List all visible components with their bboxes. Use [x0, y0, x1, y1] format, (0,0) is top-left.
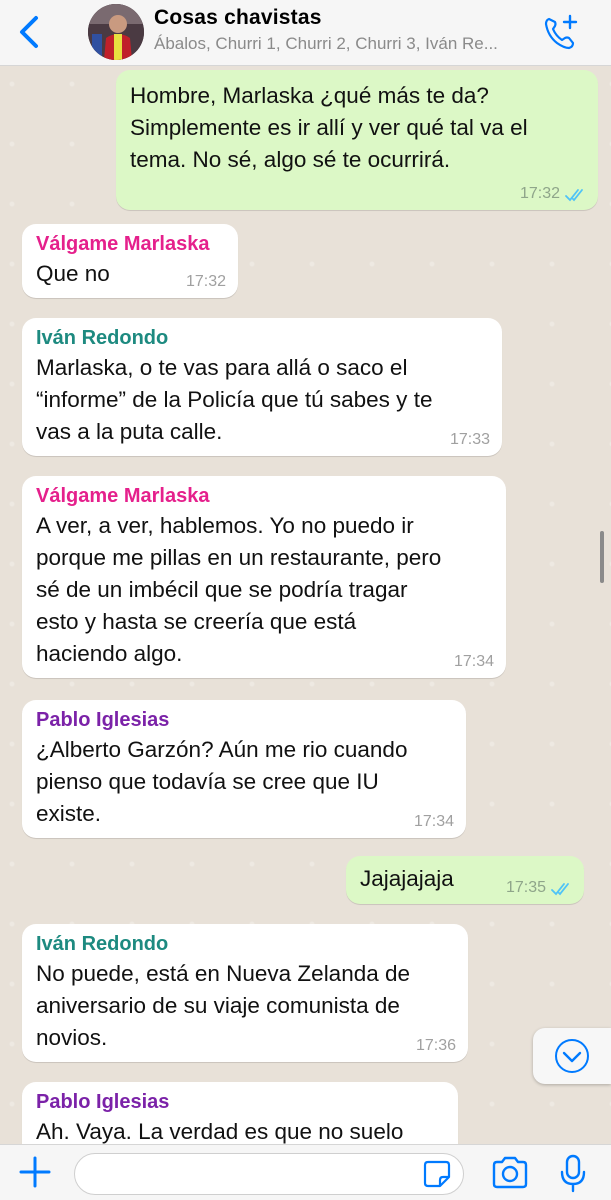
- message-list[interactable]: Hombre, Marlaska ¿qué más te da? Simplem…: [0, 66, 611, 1144]
- chat-header: Cosas chavistas Ábalos, Churri 1, Churri…: [0, 0, 611, 66]
- message-text: Ah. Vaya. La verdad es que no suelo: [36, 1119, 404, 1144]
- message-time: 17:32: [519, 185, 560, 202]
- message-sender[interactable]: Iván Redondo: [36, 930, 454, 958]
- composer-bar: [0, 1144, 611, 1200]
- message-time: 17:34: [453, 653, 494, 670]
- message-time: 17:34: [413, 813, 454, 830]
- incoming-message[interactable]: Iván Redondo Marlaska, o te vas para all…: [22, 318, 502, 456]
- message-time: 17:33: [449, 431, 490, 448]
- plus-icon[interactable]: [18, 1155, 52, 1189]
- message-text: Marlaska, o te vas para allá o saco el “…: [36, 355, 433, 444]
- camera-icon[interactable]: [490, 1155, 530, 1191]
- message-input[interactable]: [89, 1154, 419, 1194]
- add-call-icon[interactable]: [540, 12, 580, 52]
- message-text: ¿Alberto Garzón? Aún me rio cuando piens…: [36, 737, 408, 826]
- double-check-icon: [551, 883, 569, 896]
- incoming-message[interactable]: Válgame Marlaska A ver, a ver, hablemos.…: [22, 476, 506, 678]
- message-time: 17:35: [505, 879, 546, 896]
- message-time: 17:32: [185, 273, 226, 290]
- double-check-icon: [565, 189, 583, 202]
- message-sender[interactable]: Pablo Iglesias: [36, 1088, 444, 1116]
- chevron-down-icon: [555, 1039, 589, 1073]
- message-sender[interactable]: Pablo Iglesias: [36, 706, 452, 734]
- chat-participants[interactable]: Ábalos, Churri 1, Churri 2, Churri 3, Iv…: [154, 34, 534, 54]
- message-text: A ver, a ver, hablemos. Yo no puedo ir p…: [36, 513, 442, 666]
- sticker-icon[interactable]: [422, 1159, 452, 1189]
- message-time: 17:36: [415, 1037, 456, 1054]
- message-input-container[interactable]: [74, 1153, 464, 1195]
- back-chevron-icon[interactable]: [12, 12, 46, 52]
- outgoing-message[interactable]: Hombre, Marlaska ¿qué más te da? Simplem…: [116, 70, 598, 210]
- message-sender[interactable]: Válgame Marlaska: [36, 230, 224, 258]
- message-sender[interactable]: Válgame Marlaska: [36, 482, 492, 510]
- message-sender[interactable]: Iván Redondo: [36, 324, 488, 352]
- outgoing-message[interactable]: Jajajajaja 17:35: [346, 856, 584, 904]
- incoming-message[interactable]: Pablo Iglesias Ah. Vaya. La verdad es qu…: [22, 1082, 458, 1144]
- scroll-to-bottom-button[interactable]: [533, 1028, 611, 1084]
- chat-title[interactable]: Cosas chavistas: [154, 6, 534, 30]
- incoming-message[interactable]: Pablo Iglesias ¿Alberto Garzón? Aún me r…: [22, 700, 466, 838]
- message-text: No puede, está en Nueva Zelanda de anive…: [36, 961, 411, 1050]
- microphone-icon[interactable]: [558, 1153, 588, 1193]
- group-avatar[interactable]: [88, 4, 144, 60]
- incoming-message[interactable]: Iván Redondo No puede, está en Nueva Zel…: [22, 924, 468, 1062]
- incoming-message[interactable]: Válgame Marlaska Que no 17:32: [22, 224, 238, 298]
- scrollbar[interactable]: [600, 531, 604, 583]
- message-text: Hombre, Marlaska ¿qué más te da? Simplem…: [130, 83, 528, 172]
